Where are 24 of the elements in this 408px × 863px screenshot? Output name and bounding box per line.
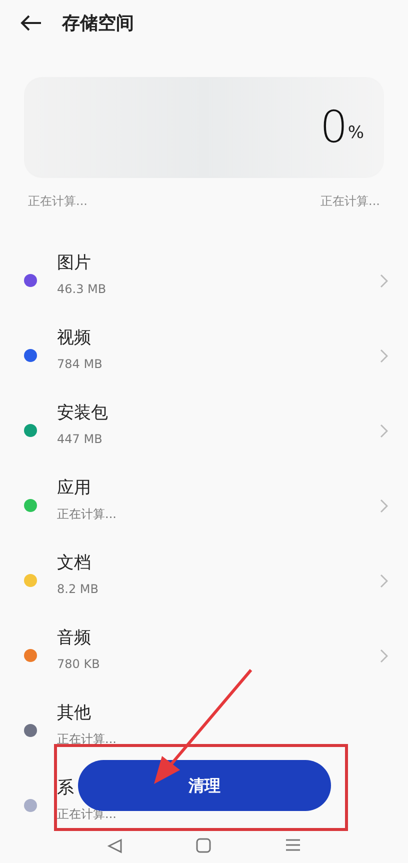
category-name: 应用: [57, 476, 91, 500]
category-name: 文档: [57, 552, 91, 575]
category-size: 8.2 MB: [57, 581, 98, 598]
menu-nav-icon[interactable]: [285, 838, 302, 852]
category-name: 系: [57, 776, 74, 800]
category-name: 其他: [57, 702, 91, 725]
category-size: 447 MB: [57, 431, 102, 448]
back-nav-icon[interactable]: [106, 838, 123, 854]
total-caption: 正在计算...: [320, 193, 380, 210]
category-size: 正在计算...: [57, 731, 116, 748]
category-size: 784 MB: [57, 356, 102, 374]
category-name: 安装包: [57, 402, 108, 425]
category-name: 视频: [57, 326, 91, 350]
home-nav-icon[interactable]: [196, 838, 212, 853]
category-size: 正在计算...: [57, 506, 116, 524]
percent-unit: %: [348, 122, 364, 144]
usage-percent: 0: [320, 106, 348, 150]
page-title: 存储空间: [62, 12, 134, 36]
category-size: 46.3 MB: [57, 281, 106, 298]
category-name: 音频: [57, 626, 91, 650]
used-caption: 正在计算...: [28, 193, 88, 210]
back-arrow-icon[interactable]: [20, 15, 42, 31]
category-size: 780 KB: [57, 656, 100, 674]
category-name: 图片: [57, 252, 91, 275]
